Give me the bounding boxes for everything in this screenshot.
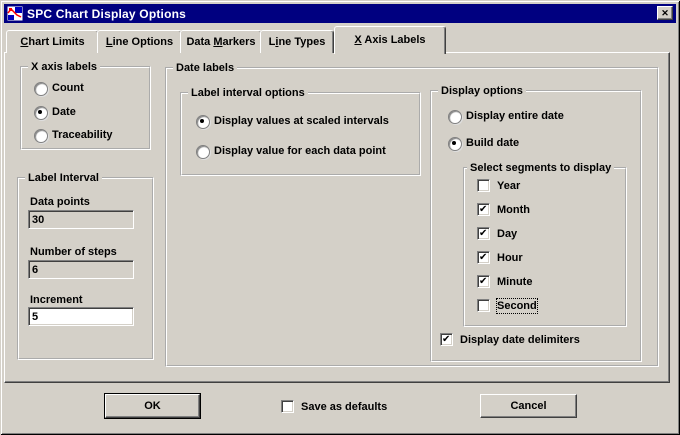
radio-count[interactable] bbox=[34, 82, 48, 96]
data-points-field[interactable]: 30 bbox=[28, 210, 134, 229]
checkbox-save-as-defaults[interactable] bbox=[281, 400, 294, 413]
increment-value: 5 bbox=[32, 311, 38, 323]
select-segments-group-title: Select segments to display bbox=[467, 161, 614, 175]
radio-each-data-point[interactable] bbox=[196, 145, 210, 159]
cancel-button-label: Cancel bbox=[510, 400, 546, 412]
checkbox-minute[interactable] bbox=[477, 275, 490, 288]
tab-data-markers[interactable]: Data Markers bbox=[180, 30, 262, 53]
checkbox-year-label[interactable]: Year bbox=[497, 179, 520, 193]
radio-build-date-label[interactable]: Build date bbox=[466, 136, 519, 150]
cancel-button[interactable]: Cancel bbox=[480, 394, 577, 418]
increment-field[interactable]: 5 bbox=[28, 307, 134, 326]
close-icon: ✕ bbox=[661, 9, 669, 18]
checkbox-minute-label[interactable]: Minute bbox=[497, 275, 532, 289]
checkbox-second[interactable] bbox=[477, 299, 490, 312]
tab-line-options-label: Line Options bbox=[106, 36, 173, 48]
radio-scaled-intervals-label[interactable]: Display values at scaled intervals bbox=[214, 114, 389, 128]
radio-display-entire-date[interactable] bbox=[448, 110, 462, 124]
data-points-value: 30 bbox=[32, 214, 44, 226]
tab-line-types[interactable]: Line Types bbox=[260, 30, 334, 53]
checkbox-hour-label[interactable]: Hour bbox=[497, 251, 523, 265]
tab-line-options[interactable]: Line Options bbox=[97, 30, 182, 53]
radio-traceability[interactable] bbox=[34, 129, 48, 143]
tab-x-axis-labels[interactable]: X Axis Labels bbox=[334, 26, 446, 54]
checkbox-second-label[interactable]: Second bbox=[497, 299, 537, 313]
data-points-label: Data points bbox=[30, 195, 90, 209]
title-bar[interactable]: SPC Chart Display Options ✕ bbox=[4, 4, 676, 23]
tab-data-markers-label: Data Markers bbox=[186, 36, 255, 48]
checkbox-day-label[interactable]: Day bbox=[497, 227, 517, 241]
number-of-steps-field[interactable]: 6 bbox=[28, 260, 134, 279]
label-interval-group-title: Label Interval bbox=[25, 171, 102, 185]
label-interval-options-group: Label interval options bbox=[180, 92, 421, 176]
tab-chart-limits-label: Chart Limits bbox=[20, 36, 84, 48]
radio-traceability-label[interactable]: Traceability bbox=[52, 128, 113, 142]
checkbox-display-date-delimiters-label[interactable]: Display date delimiters bbox=[460, 333, 580, 347]
checkbox-save-as-defaults-label[interactable]: Save as defaults bbox=[301, 400, 387, 414]
radio-count-label[interactable]: Count bbox=[52, 81, 84, 95]
radio-date[interactable] bbox=[34, 106, 48, 120]
tab-chart-limits[interactable]: Chart Limits bbox=[6, 30, 99, 53]
checkbox-day[interactable] bbox=[477, 227, 490, 240]
checkbox-month-label[interactable]: Month bbox=[497, 203, 530, 217]
spc-chart-display-options-dialog: SPC Chart Display Options ✕ Chart Limits… bbox=[0, 0, 680, 435]
app-icon bbox=[7, 6, 23, 21]
close-button[interactable]: ✕ bbox=[657, 6, 673, 20]
display-options-group-title: Display options bbox=[438, 84, 526, 98]
date-labels-group-title: Date labels bbox=[173, 61, 237, 75]
number-of-steps-label: Number of steps bbox=[30, 245, 117, 259]
ok-button-label: OK bbox=[144, 400, 161, 412]
checkbox-display-date-delimiters[interactable] bbox=[440, 333, 453, 346]
ok-button[interactable]: OK bbox=[105, 394, 200, 418]
number-of-steps-value: 6 bbox=[32, 264, 38, 276]
radio-scaled-intervals[interactable] bbox=[196, 115, 210, 129]
checkbox-hour[interactable] bbox=[477, 251, 490, 264]
radio-display-entire-date-label[interactable]: Display entire date bbox=[466, 109, 564, 123]
tab-line-types-label: Line Types bbox=[269, 36, 326, 48]
increment-label: Increment bbox=[30, 293, 83, 307]
checkbox-year[interactable] bbox=[477, 179, 490, 192]
label-interval-options-group-title: Label interval options bbox=[188, 86, 308, 100]
radio-each-data-point-label[interactable]: Display value for each data point bbox=[214, 144, 386, 158]
checkbox-month[interactable] bbox=[477, 203, 490, 216]
tab-x-axis-labels-label: X Axis Labels bbox=[354, 34, 425, 46]
radio-date-label[interactable]: Date bbox=[52, 105, 76, 119]
window-title: SPC Chart Display Options bbox=[27, 7, 186, 21]
radio-build-date[interactable] bbox=[448, 137, 462, 151]
x-axis-labels-group-title: X axis labels bbox=[28, 60, 100, 74]
